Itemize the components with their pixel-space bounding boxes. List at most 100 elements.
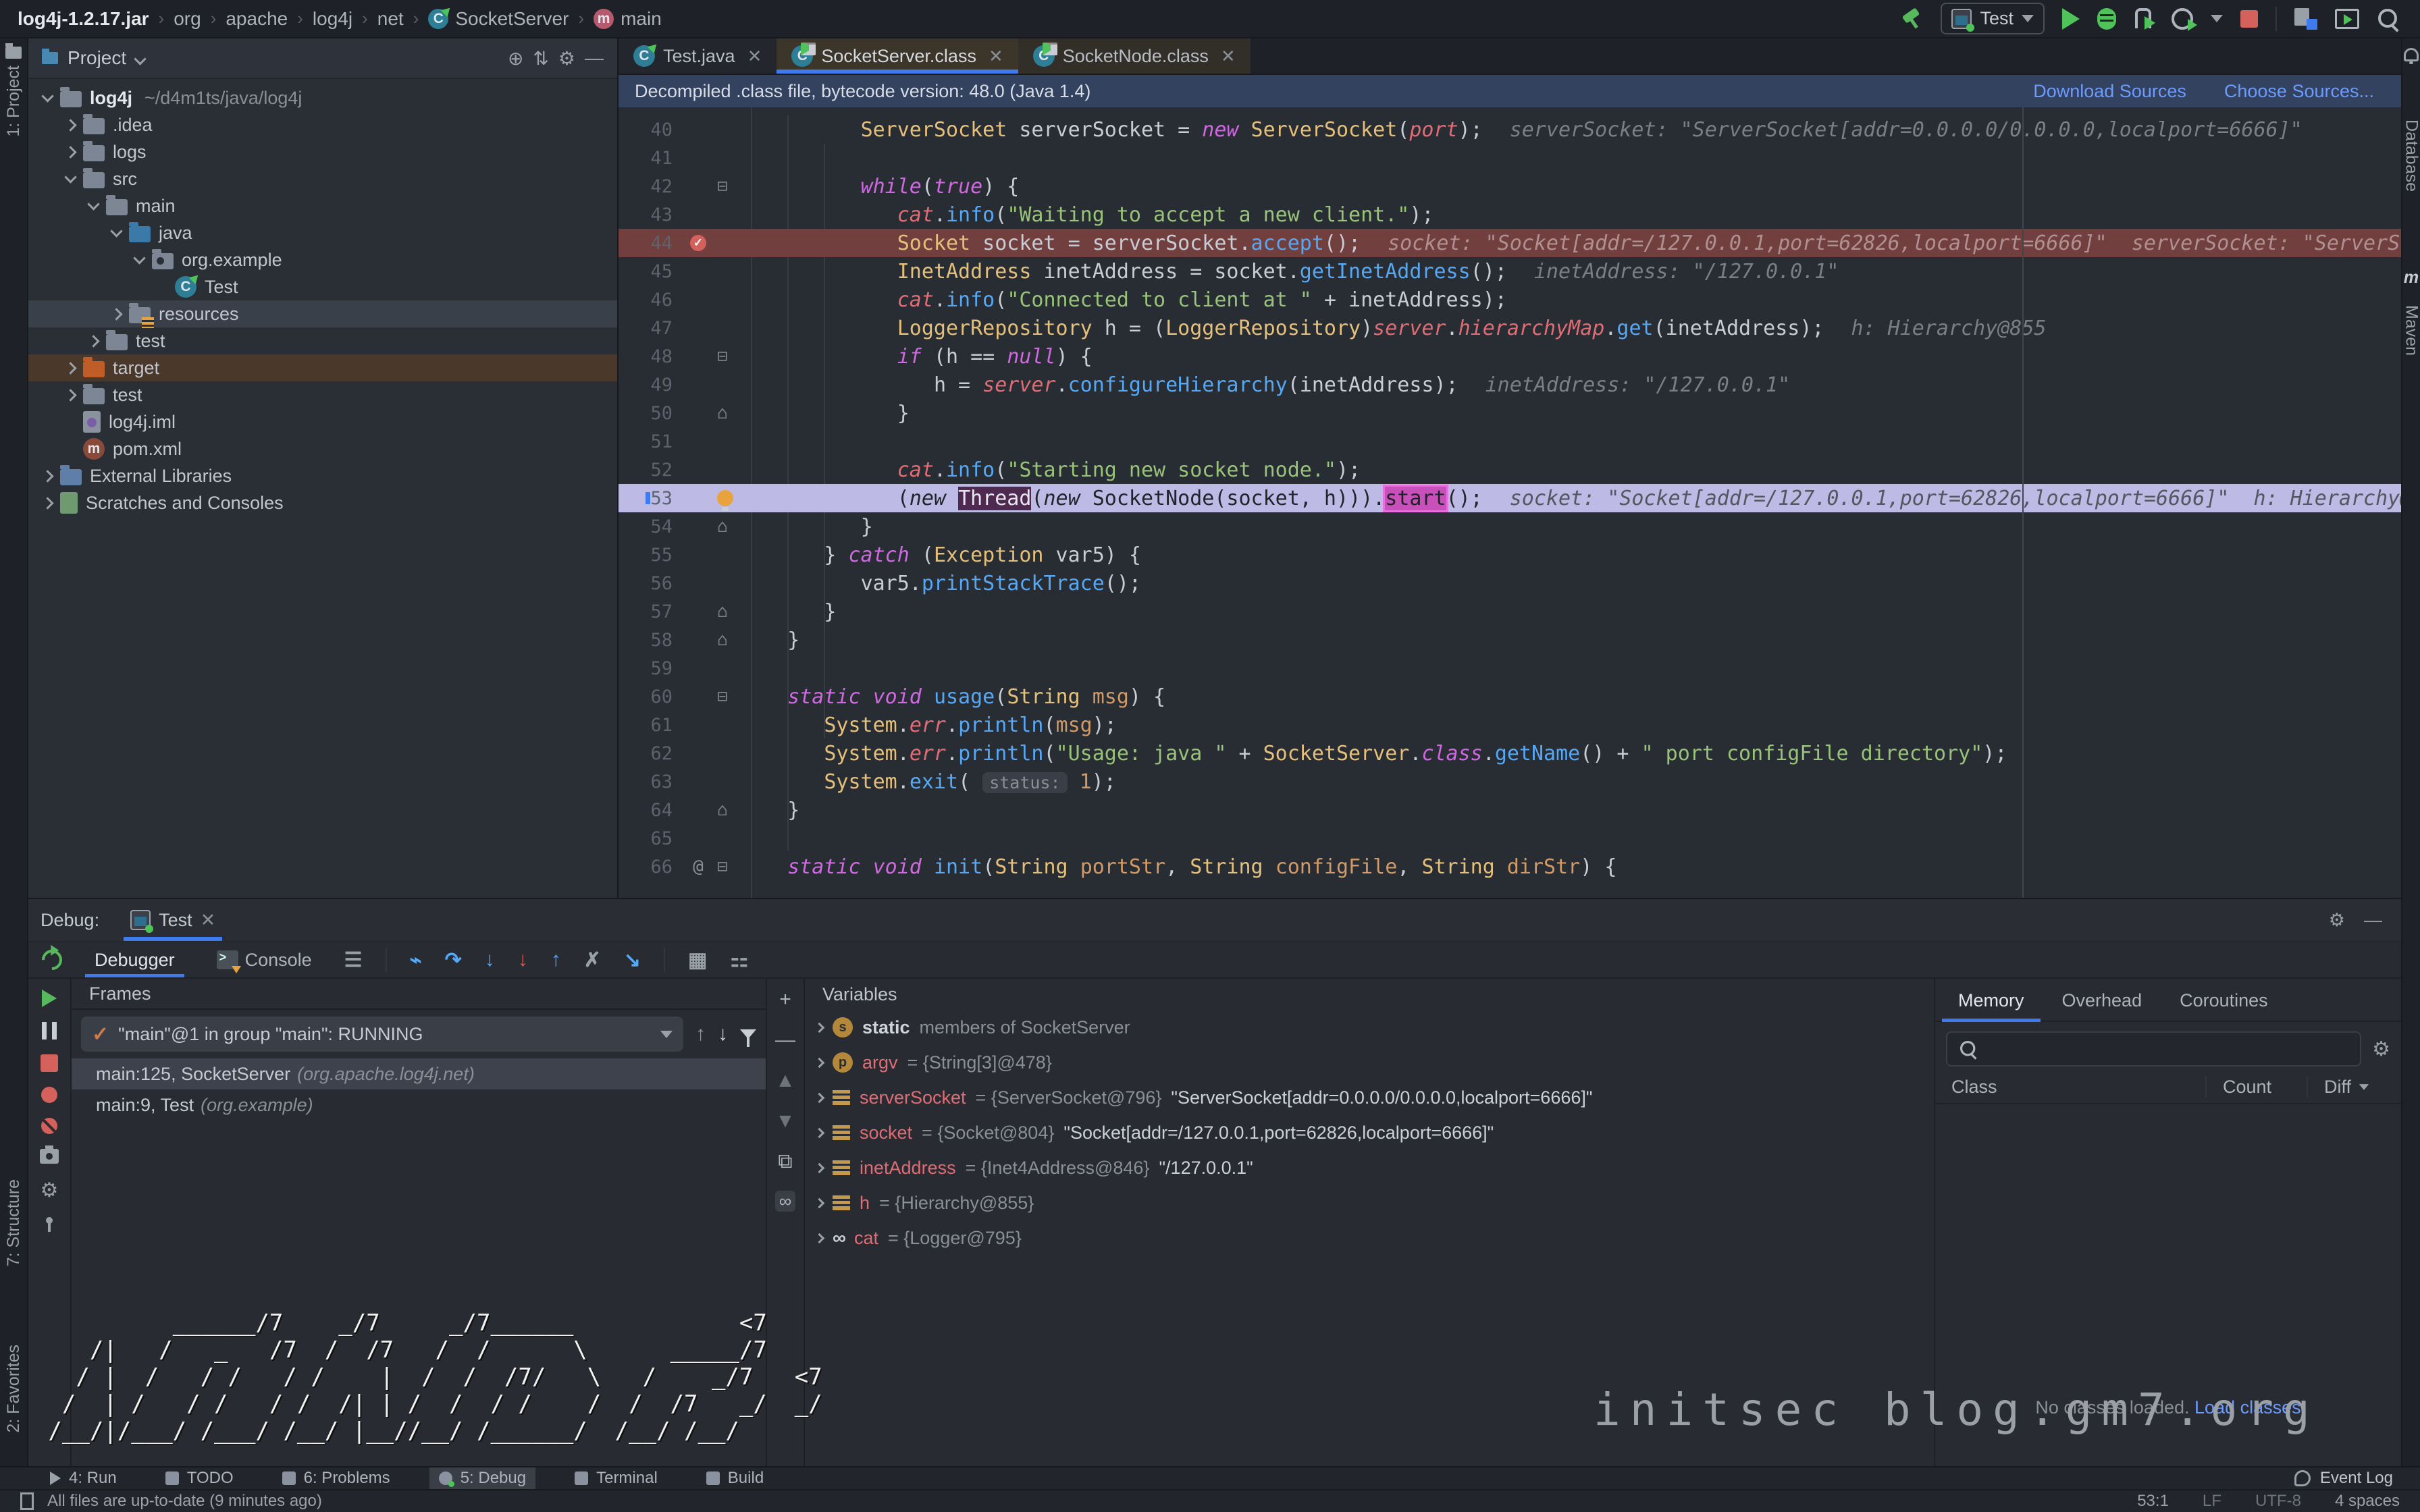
- duplicate-watch-icon[interactable]: ⧉: [778, 1150, 792, 1173]
- fold-area[interactable]: ⌂: [717, 516, 751, 537]
- editor-tab-socketserver-class[interactable]: CSocketServer.class✕: [777, 38, 1018, 74]
- debug-session-tab[interactable]: Test ✕: [120, 899, 226, 941]
- fold-marker-icon[interactable]: ⌂: [717, 630, 728, 650]
- variable-row[interactable]: sstatic members of SocketServer: [805, 1010, 1934, 1045]
- breadcrumb-item[interactable]: mmain: [594, 8, 662, 30]
- run-button[interactable]: [2062, 8, 2080, 30]
- status-widget-53-1[interactable]: 53:1: [2137, 1492, 2169, 1511]
- expand-chevron-icon[interactable]: [814, 1197, 825, 1208]
- run-configuration-combo[interactable]: Test: [1941, 3, 2045, 34]
- toolwindow-button-6-problems[interactable]: 6: Problems: [273, 1467, 400, 1489]
- toolwindow-database-button[interactable]: Database: [2402, 119, 2420, 192]
- project-structure-icon[interactable]: [2294, 8, 2317, 30]
- hide-frames-filter-icon[interactable]: [740, 1029, 756, 1039]
- tree-item-org-example[interactable]: org.example: [28, 246, 617, 273]
- show-watches-icon[interactable]: ∞: [775, 1191, 796, 1212]
- thread-selector[interactable]: ✓ "main"@1 in group "main": RUNNING: [81, 1017, 683, 1052]
- step-out-icon[interactable]: ↑: [551, 948, 561, 971]
- fold-marker-icon[interactable]: ⊟: [717, 176, 728, 196]
- code-line-58[interactable]: 58⌂ }: [619, 626, 2401, 654]
- breadcrumb-item[interactable]: CSocketServer: [428, 8, 569, 30]
- expand-chevron-icon[interactable]: [814, 1022, 825, 1033]
- frame-row[interactable]: main:9, Test (org.example): [72, 1089, 766, 1120]
- toolwindow-project-button[interactable]: 1: Project: [0, 47, 27, 137]
- code-line-62[interactable]: 62 System.err.println("Usage: java " + S…: [619, 739, 2401, 767]
- code-line-50[interactable]: 50⌂ }: [619, 399, 2401, 427]
- fold-area[interactable]: ⌂: [717, 800, 751, 820]
- tree-chevron-icon[interactable]: [64, 171, 76, 183]
- tree-chevron-icon[interactable]: [133, 252, 145, 264]
- code-line-64[interactable]: 64⌂ }: [619, 796, 2401, 824]
- fold-marker-icon[interactable]: ⌂: [717, 601, 728, 622]
- gutter-icon-area[interactable]: ✓: [679, 235, 717, 251]
- memory-search-input[interactable]: [1946, 1031, 2361, 1066]
- toolwindow-button-build[interactable]: Build: [697, 1467, 773, 1489]
- notifications-bell[interactable]: [2402, 48, 2420, 61]
- code-line-55[interactable]: 55 } catch (Exception var5) {: [619, 541, 2401, 569]
- expand-chevron-icon[interactable]: [814, 1127, 825, 1138]
- tree-item-src[interactable]: src: [28, 165, 617, 192]
- tree-chevron-icon[interactable]: [64, 119, 76, 131]
- move-up-icon[interactable]: ▲: [775, 1069, 795, 1092]
- tree-item--idea[interactable]: .idea: [28, 111, 617, 138]
- tree-item-target[interactable]: target: [28, 354, 617, 381]
- project-view-dropdown-icon[interactable]: [134, 53, 146, 65]
- tree-item-log4j-iml[interactable]: log4j.iml: [28, 408, 617, 435]
- tree-item-pom-xml[interactable]: mpom.xml: [28, 435, 617, 462]
- breadcrumb-item[interactable]: net: [377, 8, 404, 30]
- status-widget-4-spaces[interactable]: 4 spaces: [2335, 1492, 2400, 1511]
- search-everywhere-icon[interactable]: [2377, 7, 2400, 30]
- gear-icon[interactable]: ⚙: [558, 47, 575, 70]
- variable-row[interactable]: pargv = {String[3]@478}: [805, 1045, 1934, 1080]
- code-line-65[interactable]: 65: [619, 824, 2401, 853]
- rerun-icon[interactable]: [38, 946, 66, 974]
- tab-debugger[interactable]: Debugger: [85, 942, 184, 977]
- memory-tab-overhead[interactable]: Overhead: [2046, 981, 2159, 1021]
- choose-sources-link[interactable]: Choose Sources...: [2224, 81, 2374, 102]
- frame-row[interactable]: main:125, SocketServer (org.apache.log4j…: [72, 1058, 766, 1089]
- step-over-icon[interactable]: ↷: [445, 948, 462, 972]
- variable-row[interactable]: ∞cat = {Logger@795}: [805, 1220, 1934, 1256]
- frame-up-icon[interactable]: ↑: [695, 1023, 706, 1046]
- run-with-coverage-icon[interactable]: [2172, 8, 2193, 30]
- memory-settings-gear-icon[interactable]: ⚙: [2372, 1037, 2390, 1061]
- close-icon[interactable]: ✕: [1221, 46, 1236, 67]
- view-breakpoints-icon[interactable]: [41, 1087, 57, 1103]
- toolwindow-button-terminal[interactable]: Terminal: [565, 1467, 667, 1489]
- code-editor[interactable]: 40 ServerSocket serverSocket = new Serve…: [619, 107, 2401, 898]
- pause-button[interactable]: [42, 1022, 57, 1040]
- breadcrumb-item[interactable]: apache: [226, 8, 288, 30]
- fold-area[interactable]: ⌂: [717, 403, 751, 423]
- tree-chevron-icon[interactable]: [64, 389, 76, 401]
- code-line-63[interactable]: 63 System.exit( status: 1);: [619, 767, 2401, 796]
- code-line-41[interactable]: 41: [619, 144, 2401, 172]
- tree-chevron-icon[interactable]: [64, 362, 76, 374]
- tree-item-test[interactable]: test: [28, 381, 617, 408]
- run-to-cursor-icon[interactable]: ↘: [624, 948, 641, 972]
- load-classes-link[interactable]: Load classes: [2194, 1397, 2301, 1418]
- code-line-49[interactable]: 49 h = server.configureHierarchy(inetAdd…: [619, 371, 2401, 399]
- expand-chevron-icon[interactable]: [814, 1233, 825, 1243]
- breadcrumb-item[interactable]: log4j-1.2.17.jar: [18, 8, 149, 30]
- step-into-icon[interactable]: ↓: [485, 948, 495, 971]
- fold-marker-icon[interactable]: ⊟: [717, 346, 728, 367]
- tree-item-test[interactable]: CTest: [28, 273, 617, 300]
- pin-tab-icon[interactable]: [46, 1217, 53, 1224]
- code-line-47[interactable]: 47 LoggerRepository h = (LoggerRepositor…: [619, 314, 2401, 342]
- coverage-dropdown-icon[interactable]: [2211, 15, 2223, 22]
- show-execution-point-icon[interactable]: ⌁: [410, 948, 422, 972]
- code-line-42[interactable]: 42⊟ while(true) {: [619, 172, 2401, 200]
- fold-marker-icon[interactable]: ⌂: [717, 800, 728, 820]
- toolwindow-maven-button[interactable]: Maven: [2402, 305, 2420, 356]
- column-count[interactable]: Count: [2205, 1077, 2307, 1098]
- code-line-52[interactable]: 52 cat.info("Starting new socket node.")…: [619, 456, 2401, 484]
- download-sources-link[interactable]: Download Sources: [2033, 81, 2186, 102]
- code-line-59[interactable]: 59: [619, 654, 2401, 682]
- tree-chevron-icon[interactable]: [87, 335, 99, 347]
- code-line-57[interactable]: 57⌂ }: [619, 597, 2401, 626]
- fold-area[interactable]: ⊟: [717, 346, 751, 367]
- fold-area[interactable]: ⊟: [717, 857, 751, 877]
- gutter-icon-area[interactable]: @: [679, 857, 717, 877]
- fold-area[interactable]: [717, 490, 751, 506]
- expand-chevron-icon[interactable]: [814, 1057, 825, 1068]
